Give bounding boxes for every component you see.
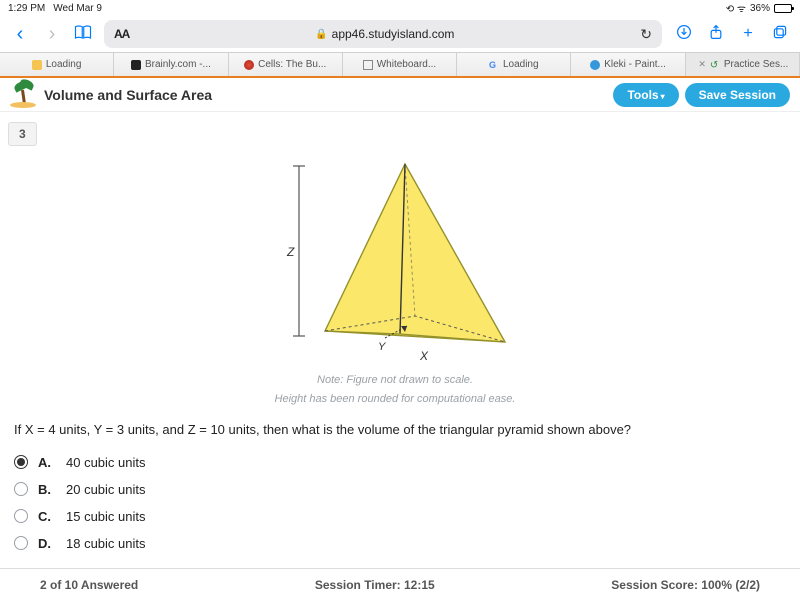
question-prompt: If X = 4 units, Y = 3 units, and Z = 10 … bbox=[14, 422, 782, 437]
study-island-logo-icon bbox=[10, 82, 36, 108]
browser-toolbar: ‹ › AA 🔒 app46.studyisland.com ↻ + bbox=[0, 16, 800, 52]
url-bar[interactable]: AA 🔒 app46.studyisland.com ↻ bbox=[104, 20, 662, 48]
answer-option-c[interactable]: C. 15 cubic units bbox=[14, 503, 782, 530]
radio-c[interactable] bbox=[14, 509, 28, 523]
tab-kleki[interactable]: Kleki - Paint... bbox=[571, 53, 685, 76]
wifi-icon: ⟲ ᯤ bbox=[726, 1, 746, 15]
app-header: Volume and Surface Area Tools Save Sessi… bbox=[0, 78, 800, 112]
reader-aa-icon[interactable]: AA bbox=[114, 27, 129, 41]
session-status-bar: 2 of 10 Answered Session Timer: 12:15 Se… bbox=[0, 568, 800, 600]
page-title: Volume and Surface Area bbox=[44, 87, 212, 103]
tab-practice-session[interactable]: ✕↺Practice Ses... bbox=[686, 53, 800, 76]
pyramid-figure: Z Y X bbox=[265, 156, 525, 366]
status-time: 1:29 PM bbox=[8, 3, 45, 14]
question-number-badge: 3 bbox=[8, 122, 37, 146]
status-date: Wed Mar 9 bbox=[53, 3, 102, 14]
answered-count: 2 of 10 Answered bbox=[40, 578, 138, 592]
label-y: Y bbox=[378, 341, 386, 353]
tools-button[interactable]: Tools bbox=[613, 83, 678, 107]
tab-loading-2[interactable]: GLoading bbox=[457, 53, 571, 76]
share-icon[interactable] bbox=[706, 24, 726, 45]
tabs-icon[interactable] bbox=[770, 24, 790, 45]
url-domain: app46.studyisland.com bbox=[332, 27, 455, 41]
battery-percent: 36% bbox=[750, 3, 770, 14]
figure-area: Z Y X Note: Figure not drawn to scale. H… bbox=[8, 148, 782, 412]
bookmarks-icon[interactable] bbox=[74, 24, 92, 45]
label-x: X bbox=[419, 349, 429, 363]
answer-option-d[interactable]: D. 18 cubic units bbox=[14, 530, 782, 557]
session-score: Session Score: 100% (2/2) bbox=[611, 578, 760, 592]
session-timer: Session Timer: 12:15 bbox=[315, 578, 435, 592]
back-button[interactable]: ‹ bbox=[10, 23, 30, 46]
figure-note-1: Note: Figure not drawn to scale. bbox=[8, 373, 782, 388]
reload-icon[interactable]: ↻ bbox=[640, 26, 652, 43]
tab-brainly[interactable]: Brainly.com -... bbox=[114, 53, 228, 76]
device-status-bar: 1:29 PM Wed Mar 9 ⟲ ᯤ 36% bbox=[0, 0, 800, 16]
download-icon[interactable] bbox=[674, 24, 694, 45]
tab-cells[interactable]: Cells: The Bu... bbox=[229, 53, 343, 76]
figure-note-2: Height has been rounded for computationa… bbox=[8, 392, 782, 407]
forward-button[interactable]: › bbox=[42, 23, 62, 46]
answer-option-a[interactable]: A. 40 cubic units bbox=[14, 449, 782, 476]
radio-a[interactable] bbox=[14, 455, 28, 469]
answer-option-b[interactable]: B. 20 cubic units bbox=[14, 476, 782, 503]
label-z: Z bbox=[286, 245, 295, 259]
lock-icon: 🔒 bbox=[315, 29, 327, 40]
tab-whiteboard[interactable]: Whiteboard... bbox=[343, 53, 457, 76]
tab-strip: Loading Brainly.com -... Cells: The Bu..… bbox=[0, 52, 800, 78]
close-tab-icon: ✕ bbox=[698, 59, 706, 70]
new-tab-icon[interactable]: + bbox=[738, 25, 758, 43]
question-content[interactable]: 3 Z Y X Note: Figure not drawn to scale.… bbox=[0, 112, 800, 564]
save-session-button[interactable]: Save Session bbox=[685, 83, 790, 107]
answer-list: A. 40 cubic units B. 20 cubic units C. 1… bbox=[14, 449, 782, 557]
radio-b[interactable] bbox=[14, 482, 28, 496]
svg-text:G: G bbox=[489, 60, 496, 70]
tab-loading-1[interactable]: Loading bbox=[0, 53, 114, 76]
battery-icon bbox=[774, 4, 792, 13]
radio-d[interactable] bbox=[14, 536, 28, 550]
